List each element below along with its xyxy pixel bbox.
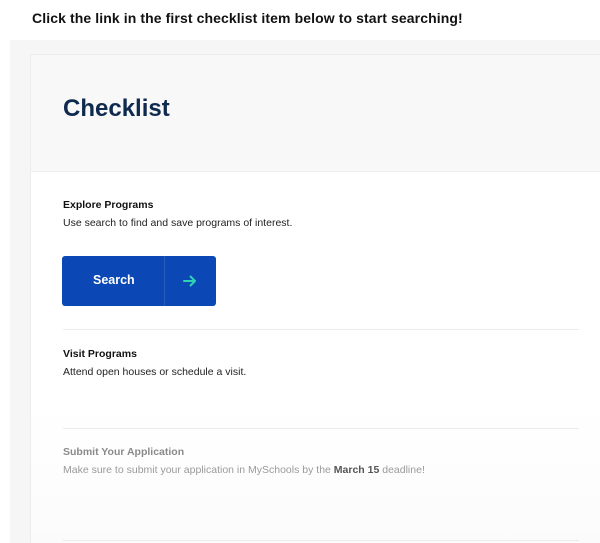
checklist-header: Checklist bbox=[31, 55, 600, 172]
item-description: Attend open houses or schedule a visit. bbox=[63, 366, 247, 378]
checklist-item-submit-application: Submit Your Application Make sure to sub… bbox=[63, 446, 579, 476]
checklist-item-visit-programs: Visit Programs Attend open houses or sch… bbox=[63, 348, 579, 378]
deadline-date: March 15 bbox=[333, 464, 380, 476]
checklist-card: Checklist Explore Programs Use search to… bbox=[10, 40, 600, 543]
arrow-right-icon bbox=[183, 275, 196, 287]
checklist-title: Checklist bbox=[63, 95, 170, 122]
description-text: Make sure to submit your application in … bbox=[63, 464, 334, 476]
instruction-text: Click the link in the first checklist it… bbox=[32, 10, 463, 26]
search-button-label: Search bbox=[93, 273, 135, 287]
checklist-item-explore-programs: Explore Programs Use search to find and … bbox=[63, 199, 579, 229]
divider bbox=[63, 540, 579, 541]
item-title: Visit Programs bbox=[63, 348, 137, 360]
item-title: Explore Programs bbox=[63, 199, 154, 211]
button-divider bbox=[164, 256, 165, 306]
item-title: Submit Your Application bbox=[63, 446, 185, 458]
divider bbox=[63, 329, 579, 330]
divider bbox=[63, 428, 579, 429]
item-description: Use search to find and save programs of … bbox=[63, 217, 293, 229]
checklist-body: Explore Programs Use search to find and … bbox=[31, 172, 600, 543]
item-description: Make sure to submit your application in … bbox=[63, 464, 579, 476]
checklist-panel: Checklist Explore Programs Use search to… bbox=[30, 54, 600, 543]
search-button[interactable]: Search bbox=[62, 256, 216, 306]
description-text: deadline! bbox=[379, 464, 425, 476]
